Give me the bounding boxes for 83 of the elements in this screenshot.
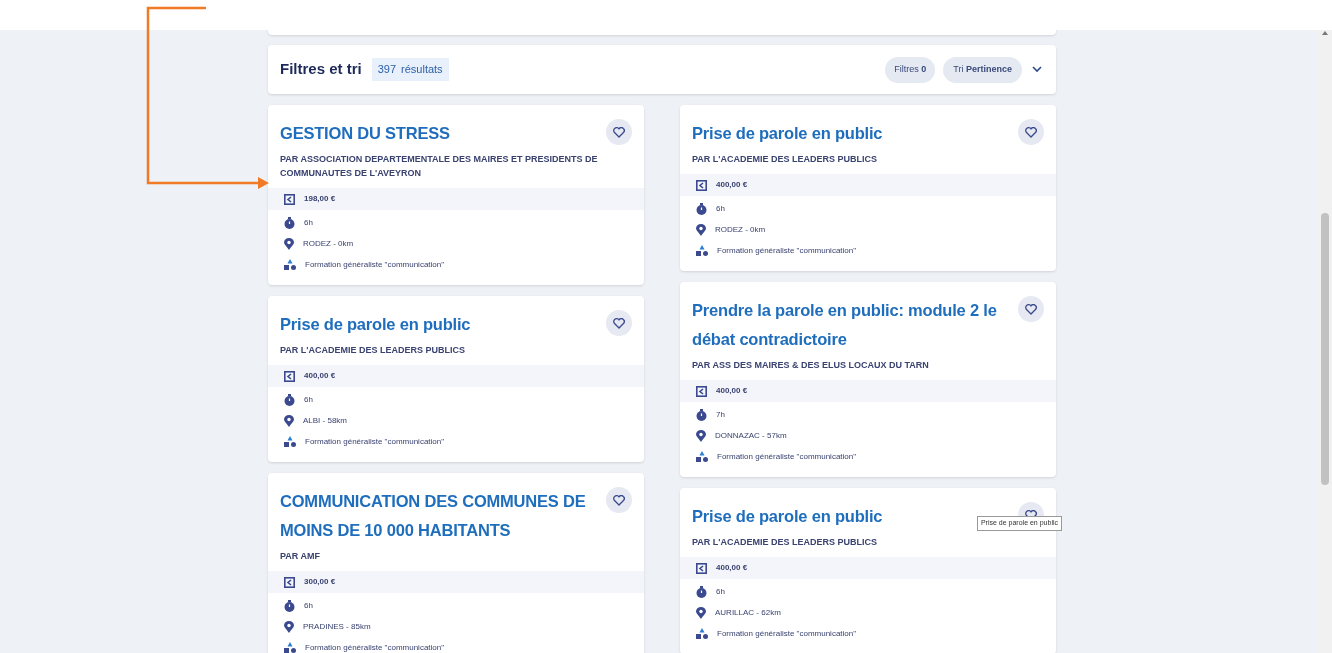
location-pin-icon xyxy=(696,429,706,442)
favorite-button[interactable] xyxy=(606,487,632,513)
course-price: 198,00 € xyxy=(304,193,336,205)
stopwatch-icon xyxy=(696,202,707,215)
course-card[interactable]: Prendre la parole en public: module 2 le débat contradictoire PAR ASS DES MAIRES & DES ELUS LOCAUX DU TARN 400,00 € 7h DONNAZAC - 57km Formation généraliste "communication" xyxy=(680,282,1056,477)
scrollbar[interactable] xyxy=(1318,30,1332,653)
filter-title: Filtres et tri xyxy=(280,59,362,80)
course-location: DONNAZAC - 57km xyxy=(715,429,787,442)
location-pin-icon xyxy=(696,606,706,619)
course-duration: 7h xyxy=(716,408,725,421)
course-title[interactable]: COMMUNICATION DES COMMUNES DE MOINS DE 10 000 HABITANTS xyxy=(280,487,606,545)
scrollbar-thumb[interactable] xyxy=(1321,213,1329,485)
course-duration: 6h xyxy=(716,585,725,598)
shapes-icon xyxy=(696,628,708,639)
price-tag-icon xyxy=(284,193,295,205)
shapes-icon xyxy=(696,245,708,256)
course-provider: PAR AMF xyxy=(279,550,321,563)
course-price: 400,00 € xyxy=(716,385,748,397)
course-provider: PAR L'ACADEMIE DES LEADERS PUBLICS xyxy=(691,153,878,166)
course-duration: 6h xyxy=(304,393,313,406)
heart-icon[interactable] xyxy=(613,317,625,329)
favorite-button[interactable] xyxy=(606,119,632,145)
course-duration: 6h xyxy=(304,599,313,612)
heart-icon[interactable] xyxy=(613,126,625,138)
course-location: PRADINES - 85km xyxy=(303,620,371,633)
course-category: Formation généraliste "communication" xyxy=(717,450,857,463)
sort-button[interactable]: Tri Pertinence xyxy=(943,56,1022,83)
count-label: résultats xyxy=(401,62,443,78)
price-tag-icon xyxy=(696,562,707,574)
stopwatch-icon xyxy=(284,393,295,406)
course-card[interactable]: Prise de parole en public PAR L'ACADEMIE DES LEADERS PUBLICS 400,00 € 6h ALBI - 58km Formation généraliste "communication" xyxy=(268,296,644,462)
course-card[interactable]: Prise de parole en public PAR L'ACADEMIE DES LEADERS PUBLICS 400,00 € 6h RODEZ - 0km Formation généraliste "communication" xyxy=(680,105,1056,271)
course-location: RODEZ - 0km xyxy=(715,223,766,236)
course-category: Formation généraliste "communication" xyxy=(305,641,445,653)
course-price: 300,00 € xyxy=(304,576,336,588)
heart-icon[interactable] xyxy=(613,494,625,506)
stopwatch-icon xyxy=(284,216,295,229)
course-provider: PAR L'ACADEMIE DES LEADERS PUBLICS xyxy=(691,536,878,549)
course-title[interactable]: Prise de parole en public xyxy=(692,119,1018,148)
course-location: ALBI - 58km xyxy=(303,414,347,427)
course-category: Formation généraliste "communication" xyxy=(305,435,445,448)
course-category: Formation généraliste "communication" xyxy=(717,244,857,257)
price-tag-icon xyxy=(696,179,707,191)
course-title[interactable]: Prise de parole en public xyxy=(280,310,606,339)
course-location: AURILLAC - 62km xyxy=(715,606,781,619)
location-pin-icon xyxy=(284,414,294,427)
course-price: 400,00 € xyxy=(304,370,336,382)
favorite-button[interactable] xyxy=(606,310,632,336)
price-tag-icon xyxy=(696,385,707,397)
shapes-icon xyxy=(284,259,296,270)
favorite-button[interactable] xyxy=(1018,296,1044,322)
location-pin-icon xyxy=(284,620,294,633)
course-card[interactable]: GESTION DU STRESS PAR ASSOCIATION DEPARTEMENTALE DES MAIRES ET PRESIDENTS DE COMMUNAUTES DE L'AVEYRON 198,00 € 6h RODEZ - 0km Formation généraliste "communication" xyxy=(268,105,644,285)
heart-icon[interactable] xyxy=(1025,303,1037,315)
stopwatch-icon xyxy=(696,408,707,421)
heart-icon[interactable] xyxy=(1025,126,1037,138)
course-provider: PAR ASS DES MAIRES & DES ELUS LOCAUX DU TARN xyxy=(691,359,930,372)
chevron-down-icon[interactable] xyxy=(1032,64,1044,75)
course-price: 400,00 € xyxy=(716,179,748,191)
course-title[interactable]: GESTION DU STRESS xyxy=(280,119,606,148)
course-duration: 6h xyxy=(716,202,725,215)
price-tag-icon xyxy=(284,576,295,588)
shapes-icon xyxy=(284,436,296,447)
course-duration: 6h xyxy=(304,216,313,229)
filters-button[interactable]: Filtres 0 xyxy=(885,56,936,83)
shapes-icon xyxy=(284,642,296,653)
location-pin-icon xyxy=(284,237,294,250)
location-pin-icon xyxy=(696,223,706,236)
course-price: 400,00 € xyxy=(716,562,748,574)
shapes-icon xyxy=(696,451,708,462)
course-category: Formation généraliste "communication" xyxy=(305,258,445,271)
count-number: 397 xyxy=(377,62,397,78)
stopwatch-icon xyxy=(284,599,295,612)
price-tag-icon xyxy=(284,370,295,382)
course-title[interactable]: Prendre la parole en public: module 2 le débat contradictoire xyxy=(692,296,1018,354)
favorite-button[interactable] xyxy=(1018,119,1044,145)
course-category: Formation généraliste "communication" xyxy=(717,627,857,640)
stopwatch-icon xyxy=(696,585,707,598)
scroll-up-icon[interactable] xyxy=(1322,31,1328,35)
course-card[interactable]: COMMUNICATION DES COMMUNES DE MOINS DE 10 000 HABITANTS PAR AMF 300,00 € 6h PRADINES - 85km Formation généraliste "communication" xyxy=(268,473,644,653)
course-provider: PAR ASSOCIATION DEPARTEMENTALE DES MAIRES ET PRESIDENTS DE COMMUNAUTES DE L'AVEYRON xyxy=(279,153,599,180)
course-provider: PAR L'ACADEMIE DES LEADERS PUBLICS xyxy=(279,344,466,357)
course-location: RODEZ - 0km xyxy=(303,237,354,250)
